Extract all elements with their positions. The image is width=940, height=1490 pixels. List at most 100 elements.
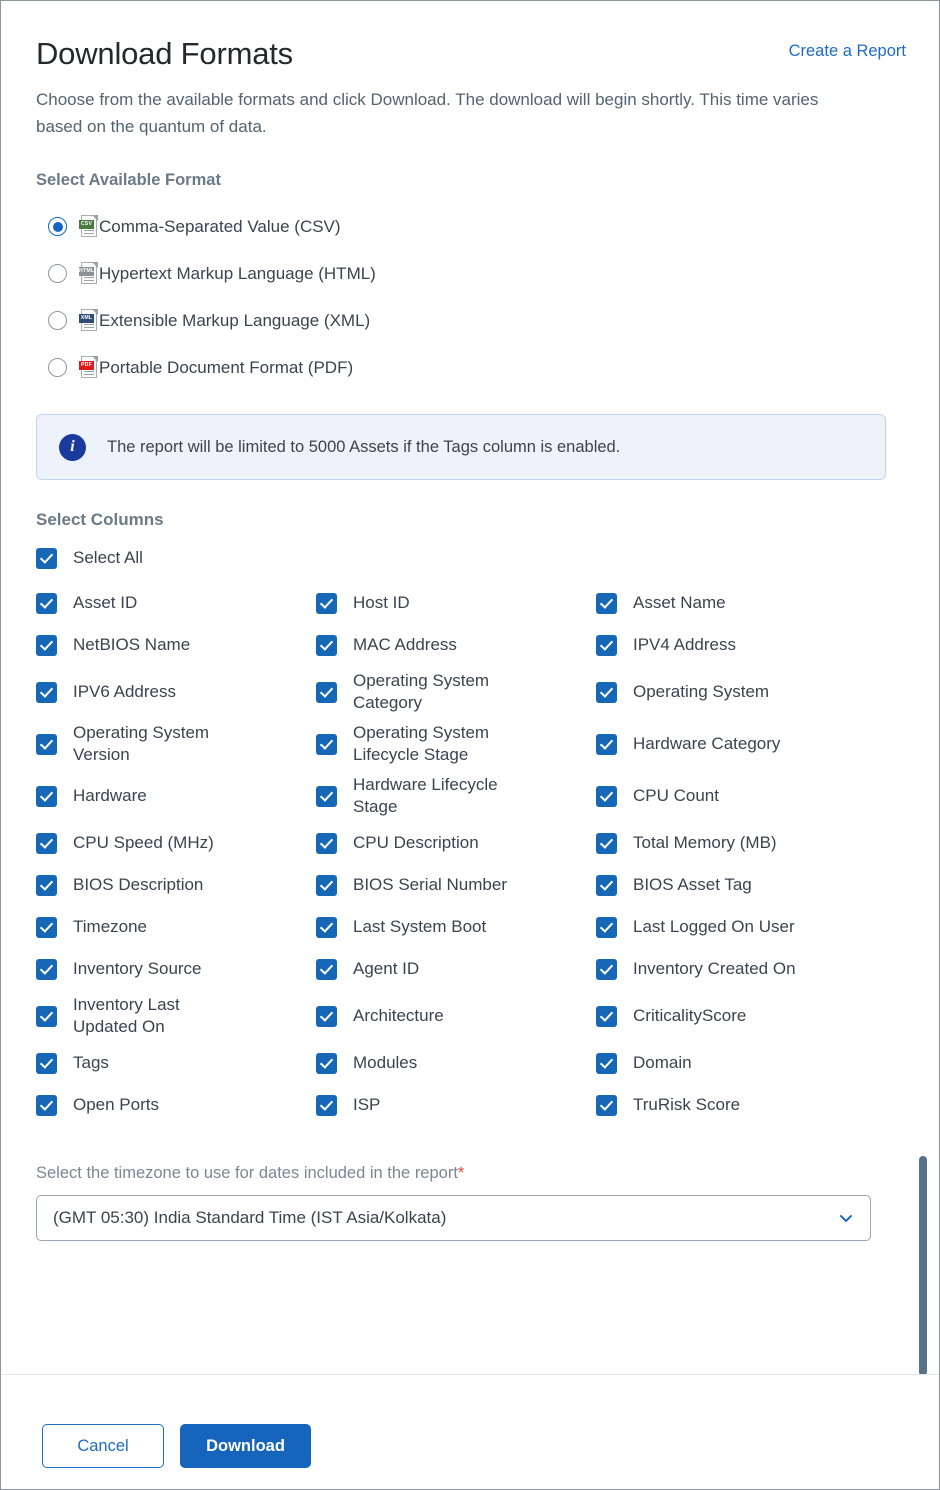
checkbox-ipv4-address[interactable] bbox=[596, 634, 617, 656]
checkbox-operating-system-category[interactable] bbox=[316, 681, 337, 703]
timezone-select[interactable]: (GMT 05:30) India Standard Time (IST Asi… bbox=[36, 1195, 871, 1241]
column-hardware-category[interactable]: Hardware Category bbox=[596, 718, 906, 770]
column-cpu-speed[interactable]: CPU Speed (MHz) bbox=[36, 822, 316, 864]
chevron-down-icon[interactable] bbox=[838, 1210, 854, 1226]
column-open-ports[interactable]: Open Ports bbox=[36, 1084, 316, 1126]
checkbox-isp[interactable] bbox=[316, 1094, 337, 1116]
checkbox-host-id[interactable] bbox=[316, 592, 337, 614]
checkbox-last-system-boot[interactable] bbox=[316, 916, 337, 938]
radio-icon-csv[interactable] bbox=[48, 217, 67, 236]
format-option-csv[interactable]: CSV Comma-Separated Value (CSV) bbox=[36, 203, 906, 250]
column-timezone[interactable]: Timezone bbox=[36, 906, 316, 948]
checkbox-operating-system[interactable] bbox=[596, 681, 617, 703]
column-bios-description[interactable]: BIOS Description bbox=[36, 864, 316, 906]
column-last-system-boot[interactable]: Last System Boot bbox=[316, 906, 596, 948]
column-trurisk-score[interactable]: TruRisk Score bbox=[596, 1084, 906, 1126]
column-ipv6-address[interactable]: IPV6 Address bbox=[36, 666, 316, 718]
checkbox-hardware-category[interactable] bbox=[596, 733, 617, 755]
checkbox-asset-id[interactable] bbox=[36, 592, 57, 614]
checkbox-operating-system-lifecycle-stage[interactable] bbox=[316, 733, 337, 755]
radio-icon-html[interactable] bbox=[48, 264, 67, 283]
checkbox-hardware[interactable] bbox=[36, 785, 57, 807]
column-tags[interactable]: Tags bbox=[36, 1042, 316, 1084]
info-banner: i The report will be limited to 5000 Ass… bbox=[36, 414, 886, 480]
column-bios-asset-tag[interactable]: BIOS Asset Tag bbox=[596, 864, 906, 906]
column-operating-system[interactable]: Operating System bbox=[596, 666, 906, 718]
checkbox-last-logged-on-user[interactable] bbox=[596, 916, 617, 938]
column-label: Total Memory (MB) bbox=[633, 833, 777, 852]
column-label: Agent ID bbox=[353, 959, 420, 978]
checkbox-inventory-created-on[interactable] bbox=[596, 958, 617, 980]
column-bios-serial-number[interactable]: BIOS Serial Number bbox=[316, 864, 596, 906]
format-radio-group: CSV Comma-Separated Value (CSV) HTML Hyp… bbox=[36, 203, 906, 391]
column-asset-name[interactable]: Asset Name bbox=[596, 582, 906, 624]
checkbox-timezone[interactable] bbox=[36, 916, 57, 938]
checkbox-architecture[interactable] bbox=[316, 1005, 337, 1027]
column-domain[interactable]: Domain bbox=[596, 1042, 906, 1084]
checkbox-inventory-source[interactable] bbox=[36, 958, 57, 980]
column-operating-system-version[interactable]: Operating System Version bbox=[36, 718, 316, 770]
checkbox-netbios-name[interactable] bbox=[36, 634, 57, 656]
column-modules[interactable]: Modules bbox=[316, 1042, 596, 1084]
column-agent-id[interactable]: Agent ID bbox=[316, 948, 596, 990]
column-inventory-source[interactable]: Inventory Source bbox=[36, 948, 316, 990]
checkbox-cpu-description[interactable] bbox=[316, 832, 337, 854]
column-cpu-count[interactable]: CPU Count bbox=[596, 770, 906, 822]
timezone-label-text: Select the timezone to use for dates inc… bbox=[36, 1164, 458, 1182]
column-ipv4-address[interactable]: IPV4 Address bbox=[596, 624, 906, 666]
checkbox-tags[interactable] bbox=[36, 1052, 57, 1074]
checkbox-bios-asset-tag[interactable] bbox=[596, 874, 617, 896]
column-label: Hardware Lifecycle Stage bbox=[353, 775, 498, 816]
checkbox-inventory-last-updated-on[interactable] bbox=[36, 1005, 57, 1027]
column-total-memory[interactable]: Total Memory (MB) bbox=[596, 822, 906, 864]
checkbox-hardware-lifecycle-stage[interactable] bbox=[316, 785, 337, 807]
checkbox-agent-id[interactable] bbox=[316, 958, 337, 980]
cancel-button[interactable]: Cancel bbox=[42, 1424, 164, 1468]
column-isp[interactable]: ISP bbox=[316, 1084, 596, 1126]
checkbox-cpu-count[interactable] bbox=[596, 785, 617, 807]
format-option-xml[interactable]: XML Extensible Markup Language (XML) bbox=[36, 297, 906, 344]
checkbox-criticality-score[interactable] bbox=[596, 1005, 617, 1027]
format-label-html: Hypertext Markup Language (HTML) bbox=[99, 263, 376, 283]
dialog-subtitle: Choose from the available formats and cl… bbox=[36, 90, 819, 136]
timezone-selected-value: (GMT 05:30) India Standard Time (IST Asi… bbox=[53, 1208, 447, 1227]
checkbox-bios-serial-number[interactable] bbox=[316, 874, 337, 896]
column-architecture[interactable]: Architecture bbox=[316, 990, 596, 1042]
radio-icon-xml[interactable] bbox=[48, 311, 67, 330]
column-hardware-lifecycle-stage[interactable]: Hardware Lifecycle Stage bbox=[316, 770, 596, 822]
column-mac-address[interactable]: MAC Address bbox=[316, 624, 596, 666]
column-asset-id[interactable]: Asset ID bbox=[36, 582, 316, 624]
create-a-report-link[interactable]: Create a Report bbox=[789, 42, 906, 61]
checkbox-open-ports[interactable] bbox=[36, 1094, 57, 1116]
column-hardware[interactable]: Hardware bbox=[36, 770, 316, 822]
checkbox-operating-system-version[interactable] bbox=[36, 733, 57, 755]
column-label: MAC Address bbox=[353, 635, 457, 654]
checkbox-select-all[interactable] bbox=[36, 547, 57, 569]
download-button[interactable]: Download bbox=[180, 1424, 311, 1468]
select-all-row[interactable]: Select All bbox=[36, 547, 906, 569]
checkbox-domain[interactable] bbox=[596, 1052, 617, 1074]
column-netbios-name[interactable]: NetBIOS Name bbox=[36, 624, 316, 666]
checkbox-asset-name[interactable] bbox=[596, 592, 617, 614]
column-host-id[interactable]: Host ID bbox=[316, 582, 596, 624]
radio-icon-pdf[interactable] bbox=[48, 358, 67, 377]
column-cpu-description[interactable]: CPU Description bbox=[316, 822, 596, 864]
column-criticality-score[interactable]: CriticalityScore bbox=[596, 990, 906, 1042]
checkbox-total-memory[interactable] bbox=[596, 832, 617, 854]
column-operating-system-lifecycle-stage[interactable]: Operating System Lifecycle Stage bbox=[316, 718, 596, 770]
column-operating-system-category[interactable]: Operating System Category bbox=[316, 666, 596, 718]
checkbox-cpu-speed[interactable] bbox=[36, 832, 57, 854]
column-inventory-created-on[interactable]: Inventory Created On bbox=[596, 948, 906, 990]
column-label: ISP bbox=[353, 1095, 381, 1114]
checkbox-trurisk-score[interactable] bbox=[596, 1094, 617, 1116]
column-last-logged-on-user[interactable]: Last Logged On User bbox=[596, 906, 906, 948]
checkbox-mac-address[interactable] bbox=[316, 634, 337, 656]
column-inventory-last-updated-on[interactable]: Inventory Last Updated On bbox=[36, 990, 316, 1042]
vertical-scrollbar-thumb[interactable] bbox=[919, 1156, 927, 1376]
dialog-scroll-area: Download Formats Create a Report Choose … bbox=[2, 2, 939, 1377]
checkbox-ipv6-address[interactable] bbox=[36, 681, 57, 703]
format-option-pdf[interactable]: PDF Portable Document Format (PDF) bbox=[36, 344, 906, 391]
checkbox-modules[interactable] bbox=[316, 1052, 337, 1074]
checkbox-bios-description[interactable] bbox=[36, 874, 57, 896]
format-option-html[interactable]: HTML Hypertext Markup Language (HTML) bbox=[36, 250, 906, 297]
